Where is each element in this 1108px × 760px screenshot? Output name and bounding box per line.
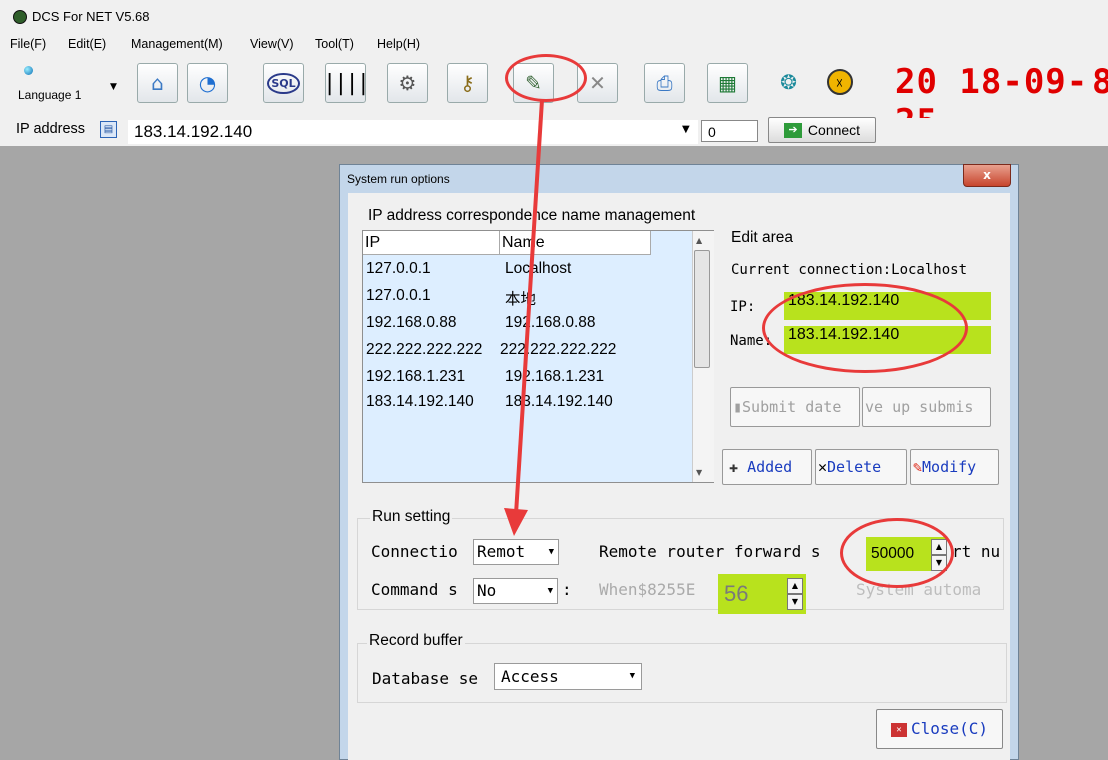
connect-label: Connect xyxy=(807,122,861,138)
close-button[interactable]: ✕ Close(C) xyxy=(876,709,1003,749)
settings-button[interactable]: ⚙ xyxy=(387,63,428,103)
connection-label: Connectio xyxy=(371,542,458,561)
port-number-label: rt nu xyxy=(952,542,1001,561)
edit-ip-label: IP: xyxy=(730,299,756,315)
annotation-circle xyxy=(762,283,968,373)
address-book-icon[interactable]: ▤ xyxy=(100,121,117,138)
keys-button[interactable]: ⚷ xyxy=(447,63,488,103)
sql-icon: SQL xyxy=(267,72,300,94)
added-label: Added xyxy=(747,458,793,476)
save-icon: ▮ xyxy=(733,398,743,416)
menu-view[interactable]: View(V) xyxy=(250,37,294,51)
dialog-close-button[interactable]: x xyxy=(963,164,1011,187)
report-button[interactable]: ◔ xyxy=(187,63,228,103)
delete-button[interactable]: ✕Delete xyxy=(815,449,907,485)
list-item-ip[interactable]: 127.0.0.1 xyxy=(366,260,498,278)
language-selector[interactable]: Language 1 xyxy=(18,88,81,102)
list-item-ip[interactable]: 222.222.222.222 xyxy=(366,341,498,359)
close-dialog-icon: ✕ xyxy=(890,722,907,737)
list-item-ip[interactable]: 127.0.0.1 xyxy=(366,287,498,305)
home-icon: ⌂ xyxy=(151,71,164,95)
chevron-down-icon: ▼ xyxy=(629,671,635,681)
print-button[interactable]: ⎙ xyxy=(644,63,685,103)
database-label: Database se xyxy=(372,669,478,688)
update-submit-button[interactable]: ve up submis xyxy=(862,387,991,427)
window-title: DCS For NET V5.68 xyxy=(32,9,150,24)
close-icon: ✕ xyxy=(818,458,828,476)
list-item-ip[interactable]: 192.168.0.88 xyxy=(366,314,498,332)
keys-icon: ⚷ xyxy=(460,71,475,95)
submit-date-label: Submit date xyxy=(742,398,842,416)
home-button[interactable]: ⌂ xyxy=(137,63,178,103)
network-button[interactable]: ❂ xyxy=(769,63,808,101)
title-bar xyxy=(0,0,1108,34)
list-item-ip[interactable]: 183.14.192.140 xyxy=(366,393,498,411)
annotation-circle xyxy=(840,518,954,588)
command-label: Command s xyxy=(371,580,458,599)
submit-date-button[interactable]: ▮Submit date xyxy=(730,387,860,427)
arrow-right-icon: ➔ xyxy=(783,122,802,138)
when-label: When$8255E xyxy=(599,580,696,599)
close-label: Close(C) xyxy=(910,719,989,738)
menu-management[interactable]: Management(M) xyxy=(131,37,223,51)
column-header-ip[interactable]: IP xyxy=(363,231,500,255)
barcode-button[interactable]: |||| xyxy=(323,63,370,103)
excel-button[interactable]: ▦ xyxy=(707,63,748,103)
chevron-down-icon[interactable]: ▼ xyxy=(696,468,702,477)
chevron-down-icon[interactable]: ▼ xyxy=(787,594,803,610)
database-select[interactable]: Access ▼ xyxy=(494,663,642,690)
delete-label: Delete xyxy=(827,458,882,476)
date-display-overflow: 8 xyxy=(1092,62,1108,102)
menu-tool[interactable]: Tool(T) xyxy=(315,37,354,51)
command-colon: : xyxy=(562,580,572,599)
sql-button[interactable]: SQL xyxy=(263,63,304,103)
chevron-down-icon: ▼ xyxy=(547,586,553,596)
remote-router-label: Remote router forward s xyxy=(599,542,821,561)
ip-address-input[interactable]: 183.14.192.140 xyxy=(128,120,698,144)
when-value: 56 xyxy=(724,581,749,606)
annotation-arrow xyxy=(504,99,544,536)
printer-icon: ⎙ xyxy=(656,71,673,95)
list-item-ip[interactable]: 192.168.1.231 xyxy=(366,368,498,386)
chevron-down-icon[interactable]: ▼ xyxy=(110,82,117,92)
run-setting-title: Run setting xyxy=(370,508,453,526)
chevron-up-icon[interactable]: ▲ xyxy=(696,236,702,245)
port-input[interactable]: 0 xyxy=(701,120,758,142)
exit-button[interactable]: ☓ xyxy=(820,63,859,101)
ip-address-label: IP address xyxy=(16,121,86,137)
menu-edit[interactable]: Edit(E) xyxy=(68,37,106,51)
tools-cross-icon: ✕ xyxy=(589,71,606,95)
edit-area-title: Edit area xyxy=(731,229,794,246)
list-scroll-thumb[interactable] xyxy=(694,250,710,368)
excel-icon: ▦ xyxy=(718,71,737,95)
menu-file[interactable]: File(F) xyxy=(10,37,46,51)
exit-icon: ☓ xyxy=(826,69,853,95)
database-value: Access xyxy=(501,667,559,686)
connect-button[interactable]: ➔ Connect xyxy=(768,117,876,143)
app-icon xyxy=(13,10,27,24)
dialog-title: System run options xyxy=(347,172,450,186)
pie-chart-icon: ◔ xyxy=(198,71,217,95)
chevron-up-icon[interactable]: ▲ xyxy=(787,578,803,594)
current-connection-label: Current connection:Localhost xyxy=(731,262,968,278)
modify-label: Modify xyxy=(922,458,977,476)
menu-help[interactable]: Help(H) xyxy=(377,37,420,51)
record-buffer-title: Record buffer xyxy=(367,632,465,650)
wrench-icon: ⚙ xyxy=(398,71,417,95)
chevron-down-icon[interactable]: ▼ xyxy=(682,124,690,135)
modify-button[interactable]: ✎Modify xyxy=(910,449,999,485)
pencil-icon: ✎ xyxy=(913,458,923,476)
command-value: No xyxy=(477,581,497,600)
command-select[interactable]: No ▼ xyxy=(473,578,558,604)
network-icon: ❂ xyxy=(780,70,797,94)
added-button[interactable]: ✚ Added xyxy=(722,449,812,485)
barcode-icon: |||| xyxy=(323,70,370,96)
globe-icon[interactable] xyxy=(24,66,33,75)
plus-icon: ✚ xyxy=(729,458,748,476)
annotation-circle xyxy=(505,54,587,102)
